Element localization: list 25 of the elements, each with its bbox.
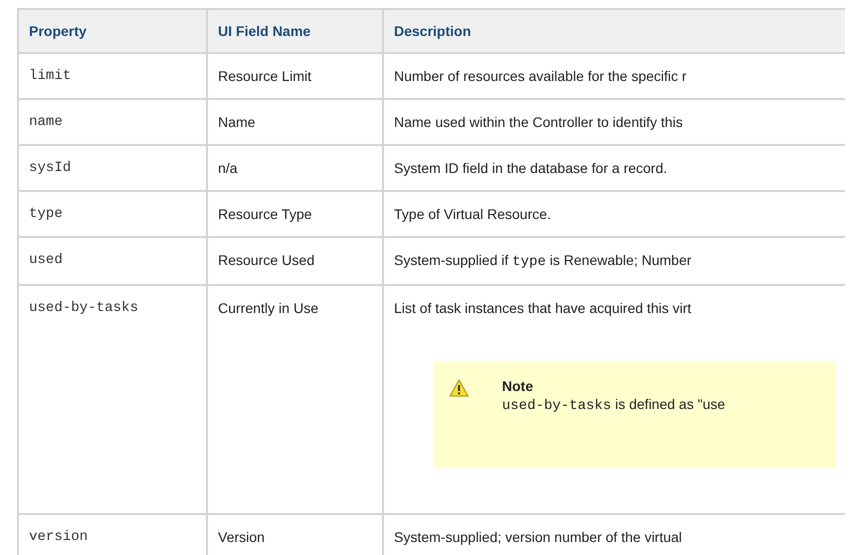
column-header: UI Field Name: [207, 9, 383, 53]
warning-icon: [449, 379, 469, 397]
note-title: Note: [502, 377, 534, 395]
property-cell: limit: [18, 53, 207, 99]
note-text: used-by-tasks is defined as "use: [502, 395, 726, 415]
column-header: Description: [383, 9, 845, 53]
description-text: Name used within the Controller to identify this: [394, 113, 683, 131]
description-text: Number of resources available for the specific r: [394, 67, 687, 85]
description-text: Type of Virtual Resource.: [394, 205, 551, 223]
property-cell: name: [18, 99, 207, 145]
property-cell: used-by-tasks: [18, 285, 207, 514]
description-text: System ID field in the database for a record.: [394, 159, 668, 177]
property-cell: used: [18, 237, 207, 285]
field-name-cell: Resource Limit: [207, 53, 383, 99]
property-cell: sysId: [18, 145, 207, 191]
field-name-cell: Name: [207, 99, 383, 145]
column-header: Property: [18, 9, 207, 53]
field-name-cell: Resource Used: [207, 237, 383, 285]
description-text: System-supplied; version number of the virtual: [394, 528, 682, 546]
property-cell: type: [18, 191, 207, 237]
field-name-cell: n/a: [207, 145, 383, 191]
field-name-cell: Currently in Use: [207, 285, 383, 514]
description-text: List of task instances that have acquired this virt: [394, 299, 692, 317]
field-name-cell: Resource Type: [207, 191, 383, 237]
description-text: System-supplied if type is Renewable; Number: [394, 251, 692, 271]
